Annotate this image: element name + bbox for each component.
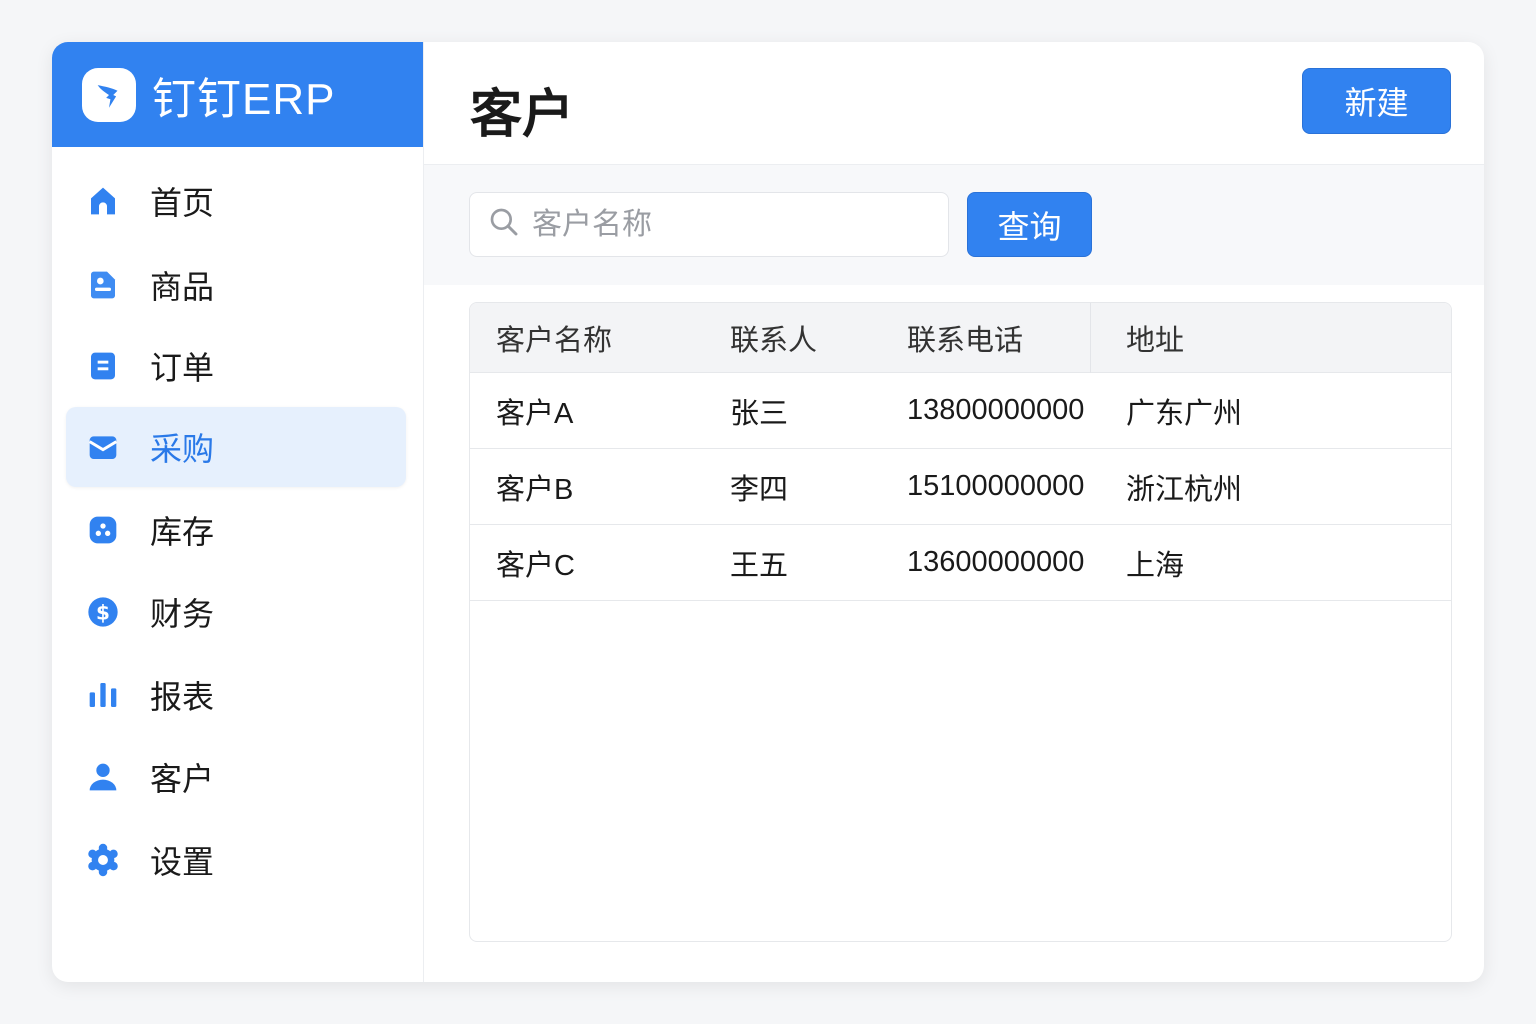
app-window: 钉钉ERP 首页 商品 订单 采购 库存 $ 财务 报表 客户 设置 客户 新建 [52, 42, 1484, 982]
search-bar: 查询 [424, 165, 1484, 285]
sidebar: 钉钉ERP 首页 商品 订单 采购 库存 $ 财务 报表 客户 设置 [52, 42, 424, 982]
mail-icon [86, 430, 120, 464]
cell-phone: 15100000000 [907, 470, 1085, 502]
cell-name: 客户A [496, 397, 574, 430]
cell-contact: 李四 [730, 473, 789, 506]
sidebar-item-home[interactable]: 首页 [66, 161, 406, 241]
sidebar-item-purchase[interactable]: 采购 [66, 407, 406, 487]
table-row[interactable]: 客户A 张三 13800000000 广东广州 [470, 373, 1451, 449]
sidebar-item-label: 库存 [150, 514, 215, 550]
inventory-icon [86, 513, 120, 547]
svg-text:$: $ [96, 600, 110, 624]
sidebar-item-label: 设置 [150, 844, 215, 880]
search-field[interactable] [469, 192, 949, 257]
brand-name: 钉钉ERP [152, 74, 336, 124]
sidebar-item-reports[interactable]: 报表 [66, 655, 406, 735]
column-header-phone[interactable]: 联系电话 [907, 317, 1023, 359]
sidebar-item-settings[interactable]: 设置 [66, 820, 406, 900]
dollar-icon: $ [86, 595, 120, 629]
column-header-address[interactable]: 地址 [1126, 317, 1184, 359]
sidebar-item-label: 客户 [150, 761, 215, 797]
gear-icon [86, 843, 120, 877]
cell-name: 客户C [496, 549, 575, 582]
search-input[interactable] [532, 207, 932, 242]
sidebar-item-label: 商品 [150, 269, 215, 305]
sidebar-item-label: 采购 [150, 431, 215, 467]
sidebar-item-label: 财务 [150, 596, 215, 632]
sidebar-item-inventory[interactable]: 库存 [66, 490, 406, 570]
cell-address: 浙江杭州 [1126, 473, 1243, 506]
sidebar-item-label: 报表 [150, 679, 215, 715]
column-divider [1090, 303, 1091, 373]
home-icon [86, 184, 120, 218]
user-icon [86, 760, 120, 794]
cell-phone: 13800000000 [907, 394, 1085, 426]
bar-chart-icon [86, 678, 120, 712]
product-icon [86, 268, 120, 302]
table-row[interactable]: 客户C 王五 13600000000 上海 [470, 525, 1451, 601]
customer-table: 客户名称 联系人 联系电话 地址 客户A 张三 13800000000 广东广州… [469, 302, 1452, 942]
cell-phone: 13600000000 [907, 546, 1085, 578]
column-header-name[interactable]: 客户名称 [496, 317, 612, 359]
main-content: 客户 新建 查询 客户名称 联系人 联系电话 地址 客户A 张三 1380000… [424, 42, 1484, 982]
table-row[interactable]: 客户B 李四 15100000000 浙江杭州 [470, 449, 1451, 525]
new-button[interactable]: 新建 [1302, 68, 1451, 134]
cell-name: 客户B [496, 473, 574, 506]
sidebar-item-customers[interactable]: 客户 [66, 737, 406, 817]
search-icon [488, 206, 520, 243]
sidebar-item-products[interactable]: 商品 [66, 245, 406, 325]
sidebar-item-finance[interactable]: $ 财务 [66, 572, 406, 652]
brand-header: 钉钉ERP [52, 42, 423, 147]
cell-contact: 张三 [730, 397, 789, 430]
order-icon [86, 349, 120, 383]
sidebar-item-orders[interactable]: 订单 [66, 326, 406, 406]
cell-address: 广东广州 [1126, 397, 1243, 430]
page-title: 客户 [470, 86, 575, 144]
query-button[interactable]: 查询 [967, 192, 1092, 257]
page-header: 客户 新建 [424, 42, 1484, 165]
cell-contact: 王五 [730, 549, 789, 582]
sidebar-item-label: 订单 [150, 350, 215, 386]
dingtalk-logo-icon [82, 67, 136, 122]
cell-address: 上海 [1126, 549, 1185, 582]
table-header: 客户名称 联系人 联系电话 地址 [470, 303, 1451, 373]
column-header-contact[interactable]: 联系人 [730, 317, 817, 359]
sidebar-item-label: 首页 [150, 185, 215, 221]
